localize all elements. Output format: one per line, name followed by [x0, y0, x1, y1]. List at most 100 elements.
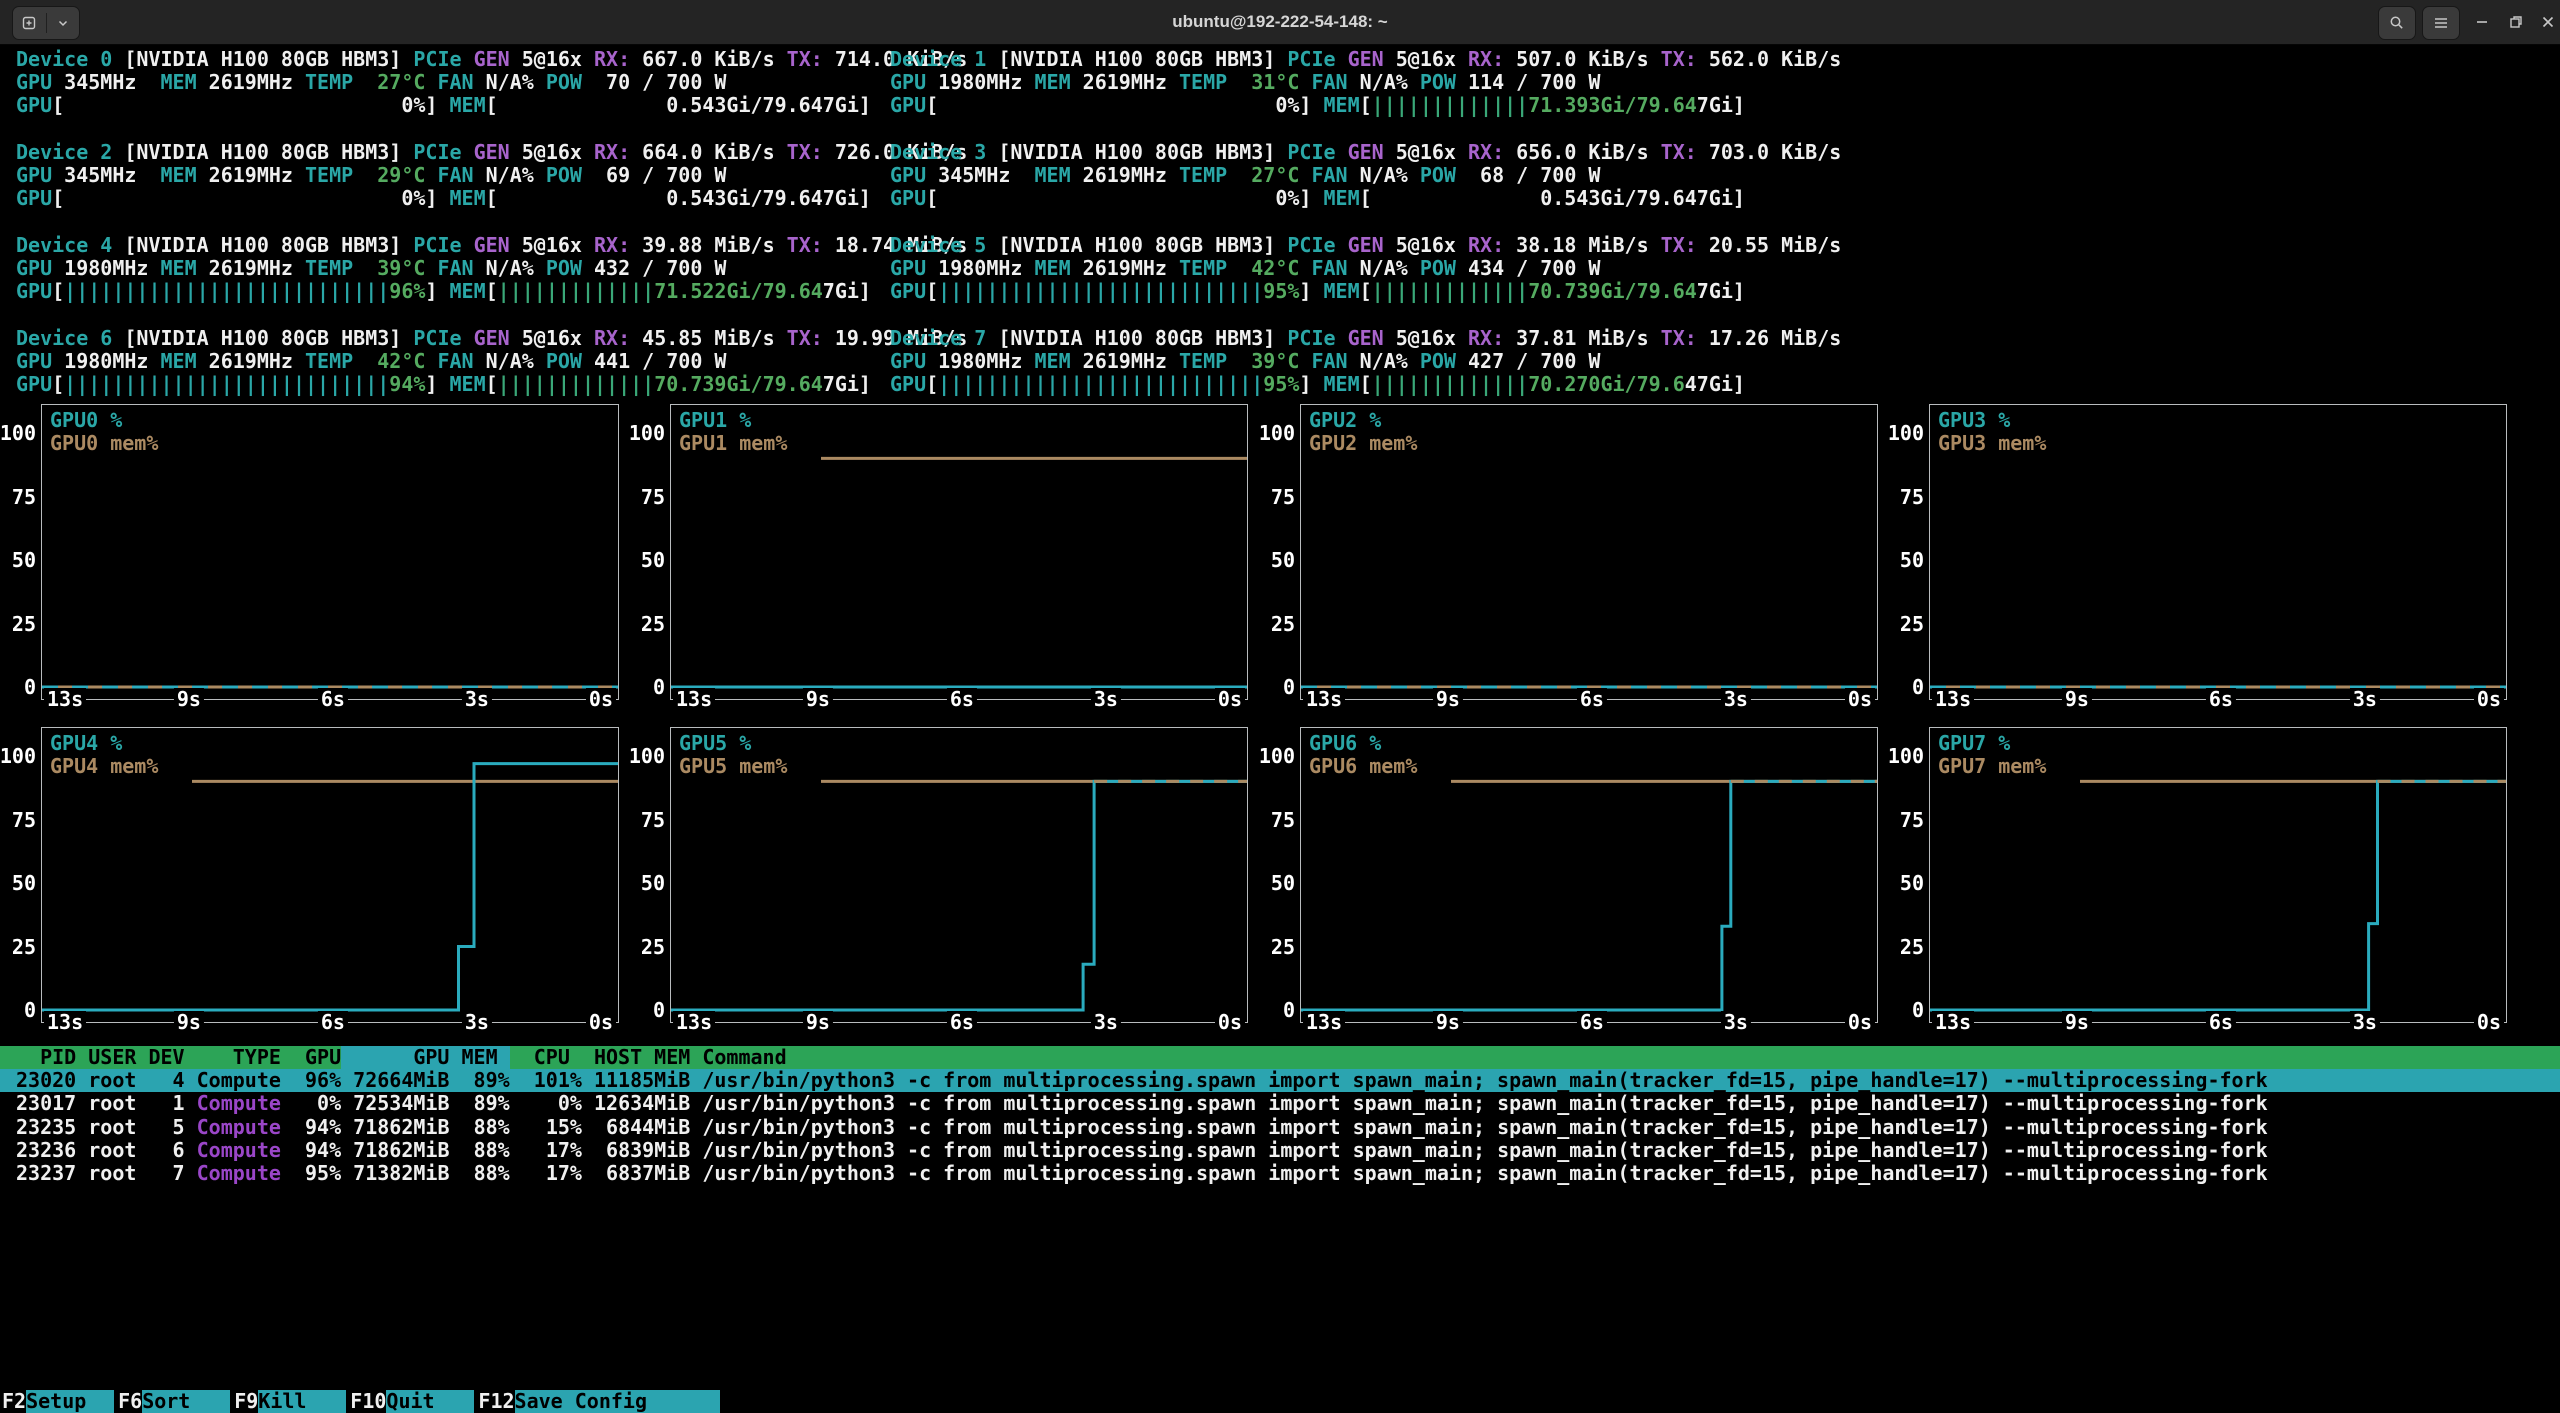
x-axis-tick: 9s — [2062, 1011, 2092, 1034]
menu-button[interactable] — [2422, 6, 2460, 40]
x-axis-tick: 3s — [2350, 1011, 2380, 1034]
fkey-label: F6 — [118, 1390, 142, 1413]
y-axis-tick: 75 — [1876, 486, 1924, 509]
x-axis-tick: 13s — [44, 688, 86, 711]
device-0-freq-line: GPU 345MHz MEM 2619MHz TEMP 27°C FAN N/A… — [16, 71, 726, 94]
device-7-freq-line: GPU 1980MHz MEM 2619MHz TEMP 39°C FAN N/… — [890, 350, 1600, 373]
graph-mem-legend: GPU0 mem% — [50, 432, 158, 455]
y-axis-tick: 75 — [1247, 809, 1295, 832]
device-3-freq-line: GPU 345MHz MEM 2619MHz TEMP 27°C FAN N/A… — [890, 164, 1600, 187]
device-0-bars-line: GPU[ 0%] MEM[ 0.543Gi/79.647Gi] — [16, 94, 871, 117]
x-axis-tick: 6s — [318, 688, 348, 711]
gpu7-graph: GPU7 %GPU7 mem%100755025013s9s6s3s0s — [1929, 727, 2507, 1023]
x-axis-tick: 13s — [673, 1011, 715, 1034]
minimize-icon[interactable] — [2474, 20, 2490, 24]
graph-util-legend: GPU7 % — [1938, 732, 2010, 755]
y-axis-tick: 25 — [0, 936, 36, 959]
graph-mem-legend: GPU1 mem% — [679, 432, 787, 455]
menu-icon — [2433, 16, 2449, 30]
x-axis-tick: 6s — [2206, 1011, 2236, 1034]
device-1-info-line: Device 1 [NVIDIA H100 80GB HBM3] PCIe GE… — [890, 48, 1841, 71]
y-axis-tick: 0 — [617, 676, 665, 699]
gpu1-graph: GPU1 %GPU1 mem%100755025013s9s6s3s0s — [670, 404, 1248, 700]
process-row-selected[interactable]: 23020 root 4 Compute 96% 72664MiB 89% 10… — [0, 1069, 2560, 1092]
fkey-save-config[interactable]: F12Save Config — [478, 1390, 719, 1413]
device-4-bars-line: GPU[|||||||||||||||||||||||||||96%] MEM[… — [16, 280, 871, 303]
device-6-bars-line: GPU[|||||||||||||||||||||||||||94%] MEM[… — [16, 373, 871, 396]
y-axis-tick: 50 — [1876, 549, 1924, 572]
fkey-kill[interactable]: F9Kill — [234, 1390, 346, 1413]
fkey-label: F12 — [478, 1390, 514, 1413]
y-axis-tick: 75 — [1876, 809, 1924, 832]
graph-util-legend: GPU3 % — [1938, 409, 2010, 432]
x-axis-tick: 13s — [673, 688, 715, 711]
gpu3-graph: GPU3 %GPU3 mem%100755025013s9s6s3s0s — [1929, 404, 2507, 700]
x-axis-tick: 0s — [2474, 1011, 2504, 1034]
x-axis-tick: 0s — [1845, 688, 1875, 711]
y-axis-tick: 75 — [1247, 486, 1295, 509]
device-0-info-line: Device 0 [NVIDIA H100 80GB HBM3] PCIe GE… — [16, 48, 967, 71]
x-axis-tick: 9s — [2062, 688, 2092, 711]
x-axis-tick: 0s — [2474, 688, 2504, 711]
maximize-icon[interactable] — [2508, 14, 2524, 30]
graph-mem-legend: GPU2 mem% — [1309, 432, 1417, 455]
search-icon — [2389, 15, 2405, 31]
gpu6-graph: GPU6 %GPU6 mem%100755025013s9s6s3s0s — [1300, 727, 1878, 1023]
fkey-setup[interactable]: F2Setup — [2, 1390, 114, 1413]
y-axis-tick: 0 — [0, 999, 36, 1022]
graph-mem-legend: GPU4 mem% — [50, 755, 158, 778]
x-axis-tick: 13s — [44, 1011, 86, 1034]
device-4-info-line: Device 4 [NVIDIA H100 80GB HBM3] PCIe GE… — [16, 234, 967, 257]
device-6-freq-line: GPU 1980MHz MEM 2619MHz TEMP 42°C FAN N/… — [16, 350, 726, 373]
x-axis-tick: 3s — [462, 688, 492, 711]
y-axis-tick: 50 — [1247, 549, 1295, 572]
fkey-action: Quit — [386, 1390, 474, 1413]
x-axis-tick: 6s — [318, 1011, 348, 1034]
process-row[interactable]: 23236 root 6 Compute 94% 71862MiB 88% 17… — [0, 1139, 2560, 1162]
search-button[interactable] — [2378, 6, 2416, 40]
y-axis-tick: 0 — [1876, 676, 1924, 699]
fkey-sort[interactable]: F6Sort — [118, 1390, 230, 1413]
device-4-freq-line: GPU 1980MHz MEM 2619MHz TEMP 39°C FAN N/… — [16, 257, 726, 280]
device-2-freq-line: GPU 345MHz MEM 2619MHz TEMP 29°C FAN N/A… — [16, 164, 726, 187]
close-icon[interactable] — [2540, 14, 2556, 30]
y-axis-tick: 25 — [617, 936, 665, 959]
fkey-action: Sort — [142, 1390, 230, 1413]
x-axis-tick: 3s — [1091, 688, 1121, 711]
titlebar: ubuntu@192-222-54-148: ~ — [0, 0, 2560, 45]
x-axis-tick: 6s — [2206, 688, 2236, 711]
y-axis-tick: 100 — [1876, 745, 1924, 768]
y-axis-tick: 0 — [1247, 676, 1295, 699]
device-2-bars-line: GPU[ 0%] MEM[ 0.543Gi/79.647Gi] — [16, 187, 871, 210]
y-axis-tick: 100 — [1876, 422, 1924, 445]
process-table-header[interactable]: PID USER DEV TYPE GPU GPU MEM CPU HOST M… — [0, 1046, 2560, 1069]
x-axis-tick: 0s — [586, 688, 616, 711]
function-key-bar: F2Setup F6Sort F9Kill F10Quit F12Save Co… — [2, 1390, 724, 1413]
x-axis-tick: 13s — [1303, 1011, 1345, 1034]
process-row[interactable]: 23017 root 1 Compute 0% 72534MiB 89% 0% … — [0, 1092, 2560, 1115]
process-row[interactable]: 23235 root 5 Compute 94% 71862MiB 88% 15… — [0, 1116, 2560, 1139]
y-axis-tick: 25 — [1876, 936, 1924, 959]
process-row[interactable]: 23237 root 7 Compute 95% 71382MiB 88% 17… — [0, 1162, 2560, 1185]
chevron-down-icon[interactable] — [47, 7, 80, 39]
x-axis-tick: 9s — [174, 688, 204, 711]
x-axis-tick: 6s — [947, 688, 977, 711]
process-row-text: 23237 root 7 Compute 95% 71382MiB 88% 17… — [16, 1162, 2268, 1185]
new-tab-button-group[interactable] — [12, 6, 80, 40]
graph-mem-legend: GPU3 mem% — [1938, 432, 2046, 455]
x-axis-tick: 9s — [1433, 688, 1463, 711]
x-axis-tick: 9s — [803, 688, 833, 711]
device-1-bars-line: GPU[ 0%] MEM[|||||||||||||71.393Gi/79.64… — [890, 94, 1745, 117]
fkey-label: F2 — [2, 1390, 26, 1413]
fkey-quit[interactable]: F10Quit — [350, 1390, 474, 1413]
graph-mem-legend: GPU6 mem% — [1309, 755, 1417, 778]
x-axis-tick: 0s — [586, 1011, 616, 1034]
graph-mem-legend: GPU7 mem% — [1938, 755, 2046, 778]
y-axis-tick: 50 — [617, 872, 665, 895]
x-axis-tick: 0s — [1215, 688, 1245, 711]
new-tab-icon[interactable] — [13, 7, 46, 39]
x-axis-tick: 9s — [1433, 1011, 1463, 1034]
y-axis-tick: 100 — [617, 422, 665, 445]
y-axis-tick: 25 — [0, 613, 36, 636]
gpu4-graph: GPU4 %GPU4 mem%100755025013s9s6s3s0s — [41, 727, 619, 1023]
